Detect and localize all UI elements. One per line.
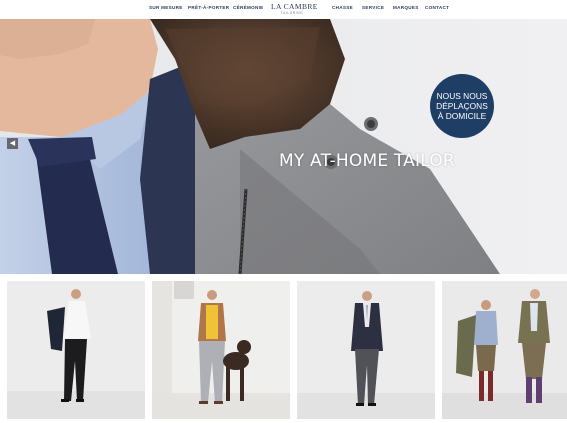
tile-chasse-photo[interactable]	[442, 281, 567, 419]
logo-subtitle: TAILORING	[280, 11, 304, 15]
sur-mesure-photo	[7, 281, 145, 419]
logo-name: LA CAMBRE	[271, 2, 318, 11]
tile-ceremonie-photo[interactable]	[297, 281, 435, 419]
nav-item-chasse[interactable]: CHASSE	[332, 5, 353, 10]
tile-pret-a-porter-photo[interactable]	[152, 281, 290, 419]
nav-item-contact[interactable]: CONTACT	[425, 5, 449, 10]
chevron-left-icon[interactable]: ◀	[7, 138, 18, 149]
badge-line-1: NOUS NOUS	[436, 91, 488, 101]
hero-title: MY AT-HOME TAILOR	[279, 151, 455, 171]
nav-item-marques[interactable]: MARQUES	[393, 5, 419, 10]
home-visit-badge[interactable]: NOUS NOUS DÉPLAÇONS À DOMICILE	[430, 74, 494, 138]
badge-line-2: DÉPLAÇONS	[436, 101, 488, 111]
top-navigation: SUR MESURE PRÊT-À-PORTER CÉRÉMONIE LA CA…	[0, 0, 567, 19]
tile-sur-mesure-photo[interactable]	[7, 281, 145, 419]
ceremonie-photo	[297, 281, 435, 419]
brand-logo[interactable]: LA CAMBRE TAILORING	[271, 2, 318, 16]
hero-photo	[0, 19, 567, 274]
nav-item-pret-a-porter[interactable]: PRÊT-À-PORTER	[188, 5, 229, 10]
hero-banner: ◀ MY AT-HOME TAILOR NOUS NOUS DÉPLAÇONS …	[0, 19, 567, 274]
pret-a-porter-photo	[152, 281, 290, 419]
nav-item-service[interactable]: SERVICE	[362, 5, 384, 10]
badge-line-3: À DOMICILE	[437, 111, 487, 121]
nav-item-ceremonie[interactable]: CÉRÉMONIE	[233, 5, 264, 10]
nav-item-sur-mesure[interactable]: SUR MESURE	[149, 5, 183, 10]
chasse-photo	[442, 281, 567, 419]
